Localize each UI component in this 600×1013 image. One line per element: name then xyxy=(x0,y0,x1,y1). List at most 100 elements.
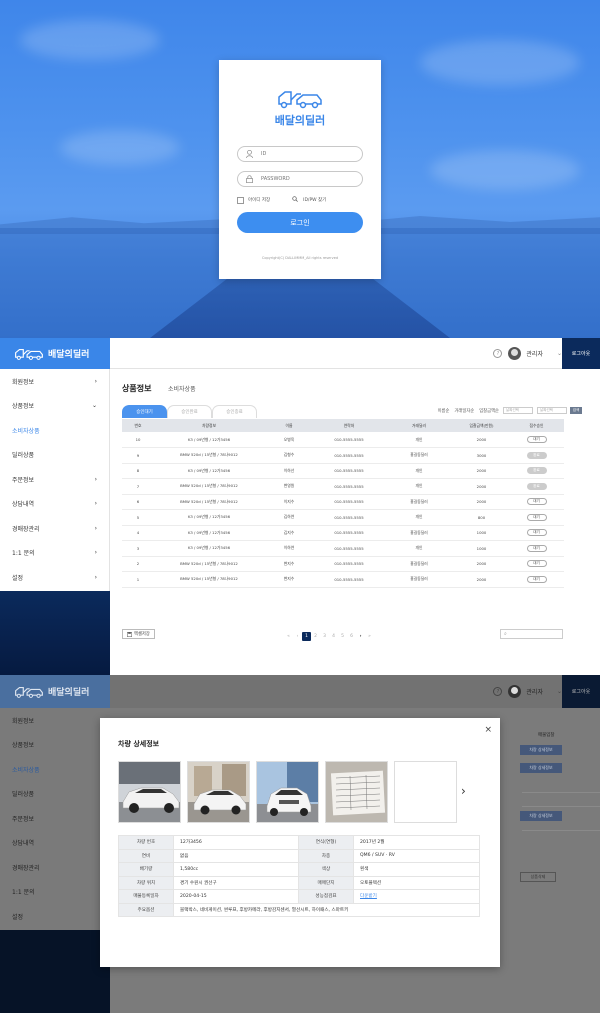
sidebar-item-inquiry: 1:1 문의 xyxy=(12,889,35,897)
logout-button[interactable]: 로그아웃 xyxy=(562,338,600,369)
approve-button[interactable]: 대기 xyxy=(526,513,547,521)
filter-search-button[interactable]: 검색 xyxy=(570,407,582,414)
approve-button[interactable]: 대기 xyxy=(526,498,547,506)
sidebar-item-settings[interactable]: 설정 › xyxy=(0,565,109,590)
remember-label: 아이디 저장 xyxy=(248,198,271,203)
cell-dealer: 개인 xyxy=(384,463,454,479)
cell-no: 3 xyxy=(122,540,154,557)
cell-dealer: 홍길동딜러 xyxy=(384,447,454,464)
page-1[interactable]: 1 xyxy=(302,632,311,641)
cell-dealer: 개인 xyxy=(384,432,454,448)
approve-button[interactable]: 대기 xyxy=(526,560,547,568)
table-row[interactable]: 7 BMW 520d / 15년형 / 78나9012 변영원 010-5555-55… xyxy=(122,478,564,495)
help-icon[interactable]: ? xyxy=(493,349,503,358)
table-row[interactable]: 4 K3 / 09년형 / 12가3456 김지수 010-5555-5555 홍길동딜… xyxy=(122,525,564,541)
sort-by-name[interactable]: 이름순 xyxy=(438,408,450,414)
download-inspection-link[interactable]: 다운받기 xyxy=(360,894,377,899)
approve-button[interactable]: 대기 xyxy=(526,575,547,583)
sidebar-item-label: 설정 xyxy=(12,574,24,582)
cell-vehicle: BMW 520d / 15년형 / 78나9012 xyxy=(154,447,264,464)
next-page-button[interactable]: › xyxy=(356,634,365,639)
approve-button[interactable]: 대기 xyxy=(526,529,547,537)
cell-phone: 010-5555-5555 xyxy=(314,447,384,464)
sidebar-item-dealer-products[interactable]: 딜러상품 xyxy=(0,443,109,468)
sidebar-item-consumer-products: 소비자상품 xyxy=(12,766,40,774)
vehicle-photo-2[interactable] xyxy=(187,761,250,823)
remember-checkbox[interactable] xyxy=(237,196,244,204)
table-row[interactable]: 9 BMW 520d / 15년형 / 78나9012 김형수 010-5555-55… xyxy=(122,447,564,464)
tab-approved[interactable]: 승인완료 xyxy=(167,405,212,418)
table-row[interactable]: 1 BMW 520d / 15년형 / 78나9012 변지수 010-5555-55… xyxy=(122,571,564,588)
info-label: 색상 xyxy=(298,862,354,877)
sidebar-item-products[interactable]: 상품정보 ⌄ xyxy=(0,394,109,419)
sidebar-item-products: 상품정보 xyxy=(12,742,35,750)
sidebar-item-label: 상담내역 xyxy=(12,501,35,509)
sidebar-item-consumer-products[interactable]: 소비자상품 xyxy=(0,418,109,443)
brand-name: 배달의딜러 xyxy=(274,114,326,127)
sidebar-footer xyxy=(0,930,110,1013)
sort-by-date[interactable]: 거래일자순 xyxy=(454,408,474,414)
vehicle-info-table: 차량 번호 12가3456 연식(연형) 2017년 2월 연비 없음 차종 Q… xyxy=(118,835,480,917)
sidebar-item-consulting[interactable]: 상담내역 › xyxy=(0,492,109,517)
sidebar-item-orders[interactable]: 주문정보 › xyxy=(0,467,109,492)
vehicle-photo-4-document[interactable] xyxy=(325,761,388,823)
cell-no: 6 xyxy=(122,494,154,510)
table-row[interactable]: 10 K3 / 09년형 / 12가3456 오병욱 010-5555-5555 개인 2… xyxy=(122,432,564,448)
info-value: QM6 / SUV · RV xyxy=(353,848,480,863)
help-icon: ? xyxy=(493,687,503,696)
table-row[interactable]: 6 BMW 520d / 15년형 / 78나9012 이지수 010-5555-55… xyxy=(122,494,564,510)
table-row[interactable]: 8 K3 / 09년형 / 12가3456 이하선 010-5555-5555 개인 20… xyxy=(122,463,564,479)
sidebar-item-inquiry[interactable]: 1:1 문의 › xyxy=(0,541,109,566)
sidebar-item-auction[interactable]: 경매장관리 › xyxy=(0,516,109,541)
login-button[interactable]: 로그인 xyxy=(237,212,363,233)
id-input[interactable] xyxy=(261,151,351,157)
page-5[interactable]: 5 xyxy=(338,634,347,639)
page-4[interactable]: 4 xyxy=(329,634,338,639)
table-row[interactable]: 5 K3 / 09년형 / 12가3456 김하연 010-5555-5555 개인 80… xyxy=(122,509,564,526)
tab-pending[interactable]: 승인대기 xyxy=(122,405,167,418)
page-6[interactable]: 6 xyxy=(347,634,356,639)
vehicle-photo-empty[interactable] xyxy=(394,761,457,823)
date-from-input[interactable]: 날짜선택 xyxy=(503,407,533,414)
info-row: 연비 없음 차종 QM6 / SUV · RV xyxy=(118,848,480,863)
date-to-input[interactable]: 날짜선택 xyxy=(537,407,567,414)
sidebar-item-label: 1:1 문의 xyxy=(12,550,35,558)
cloud xyxy=(430,150,580,190)
next-photo-button[interactable]: › xyxy=(461,784,466,798)
table-row[interactable]: 3 K3 / 09년형 / 12가3456 이하연 010-5555-5555 개인 10… xyxy=(122,540,564,557)
user-name[interactable]: 관리자 xyxy=(526,349,543,358)
close-icon[interactable]: × xyxy=(484,725,492,735)
avatar[interactable] xyxy=(508,347,522,360)
prev-page-button[interactable]: ‹ xyxy=(293,634,302,639)
find-account-link[interactable]: ID/PW 찾기 xyxy=(303,197,326,203)
password-field[interactable] xyxy=(237,171,363,187)
sort-by-bid[interactable]: 입찰금액순 xyxy=(479,408,499,414)
cell-vehicle: BMW 520d / 15년형 / 78나9012 xyxy=(154,478,264,495)
brand-name: 배달의딜러 xyxy=(48,350,90,360)
table-row[interactable]: 2 BMW 520d / 15년형 / 78나9012 변지수 010-5555-55… xyxy=(122,556,564,572)
approve-button[interactable]: 대기 xyxy=(526,544,547,552)
search-input[interactable]: ⌕ xyxy=(500,629,563,639)
cell-no: 8 xyxy=(122,463,154,479)
approve-button[interactable]: 대기 xyxy=(526,436,547,443)
vehicle-photo-1[interactable] xyxy=(118,761,181,823)
cloud xyxy=(60,130,180,165)
cell-dealer: 개인 xyxy=(384,509,454,526)
page-3[interactable]: 3 xyxy=(320,634,329,639)
header-brand[interactable]: 배달의딜러 xyxy=(0,338,110,369)
page-2[interactable]: 2 xyxy=(311,634,320,639)
tab-closed[interactable]: 승인종료 xyxy=(212,405,257,418)
cell-dealer: 개인 xyxy=(384,478,454,495)
chevron-right-icon: › xyxy=(94,500,97,508)
detail-button: 차량 상세정보 xyxy=(520,745,562,755)
first-page-button[interactable]: « xyxy=(284,634,293,639)
excel-export-button[interactable]: 엑셀저장 xyxy=(122,629,155,639)
id-field[interactable] xyxy=(237,146,363,162)
lock-icon xyxy=(246,175,253,183)
last-page-button[interactable]: » xyxy=(365,634,374,639)
cell-bid: 2000 xyxy=(454,478,509,495)
sidebar-item-members[interactable]: 회원정보 › xyxy=(0,369,109,394)
password-input[interactable] xyxy=(261,176,351,182)
dimmed-header-brand: 배달의딜러 xyxy=(0,675,110,708)
vehicle-photo-3[interactable] xyxy=(256,761,319,823)
